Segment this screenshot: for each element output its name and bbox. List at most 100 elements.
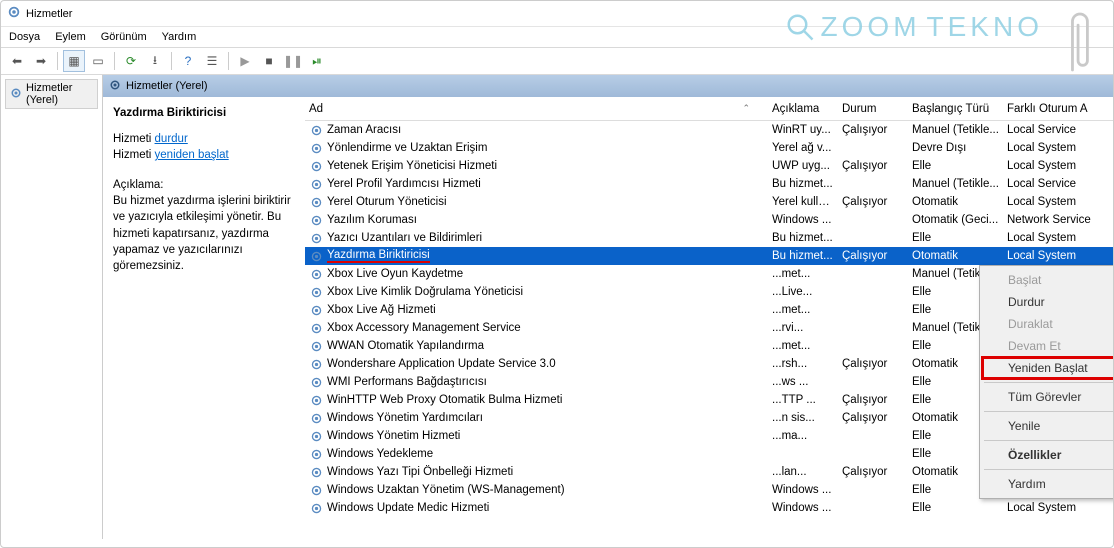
service-desc-cell: ...ws ... <box>768 376 838 388</box>
detail-pane: Yazdırma Biriktiricisi Hizmeti durdur Hi… <box>103 97 305 539</box>
ctx-pause: Duraklat <box>982 313 1113 335</box>
table-row[interactable]: Yazılım Koruması Windows ... Otomatik (Gec… <box>305 211 1113 229</box>
pause-service-button[interactable]: ❚❚ <box>282 50 304 72</box>
service-desc-cell: Windows ... <box>768 502 838 514</box>
service-status-cell: Çalışıyor <box>838 196 908 208</box>
tab-label: Hizmetler (Yerel) <box>126 80 208 92</box>
service-logon-cell: Local System <box>1003 142 1113 154</box>
gear-icon <box>309 357 323 371</box>
service-name-cell: Zaman Aracısı <box>327 124 401 136</box>
export-button[interactable]: ⭳ <box>144 50 166 72</box>
table-row[interactable]: Yazıcı Uzantıları ve Bildirimleri Bu hizm… <box>305 229 1113 247</box>
service-desc-cell: ...met... <box>768 268 838 280</box>
ctx-resume: Devam Et <box>982 335 1113 357</box>
paperclip-icon <box>1065 3 1093 81</box>
service-status-cell: Çalışıyor <box>838 394 908 406</box>
service-status-cell: Çalışıyor <box>838 250 908 262</box>
gear-icon <box>309 447 323 461</box>
service-name-cell: Yönlendirme ve Uzaktan Erişim <box>327 142 487 154</box>
menu-help[interactable]: Yardım <box>162 31 197 43</box>
service-status-cell: Çalışıyor <box>838 412 908 424</box>
service-name-cell: Wondershare Application Update Service 3… <box>327 358 556 370</box>
table-row[interactable]: Yetenek Erişim Yöneticisi HizmetiUWP uyg… <box>305 157 1113 175</box>
tree-root-item[interactable]: Hizmetler (Yerel) <box>5 79 98 109</box>
service-name-cell: Xbox Live Ağ Hizmeti <box>327 304 436 316</box>
ctx-all-tasks[interactable]: Tüm Görevler▸ <box>982 386 1113 408</box>
service-logon-cell: Local System <box>1003 232 1113 244</box>
table-row[interactable]: Yerel Oturum YöneticisiYerel kulla...Çal… <box>305 193 1113 211</box>
help-button[interactable]: ? <box>177 50 199 72</box>
refresh-button[interactable]: ⟳ <box>120 50 142 72</box>
table-row[interactable]: Yerel Profil Yardımcısı Hizmeti Bu hizmet… <box>305 175 1113 193</box>
start-service-button[interactable]: ▶ <box>234 50 256 72</box>
gear-icon <box>309 375 323 389</box>
ctx-stop[interactable]: Durdur <box>982 291 1113 313</box>
menu-action[interactable]: Eylem <box>55 31 86 43</box>
gear-icon <box>309 267 323 281</box>
col-logon[interactable]: Farklı Oturum A <box>1003 103 1113 115</box>
service-name-cell: Windows Yönetim Hizmeti <box>327 430 460 442</box>
gear-icon <box>309 303 323 317</box>
service-name-cell: Yerel Profil Yardımcısı Hizmeti <box>327 178 481 190</box>
service-startup-cell: Otomatik <box>908 250 1003 262</box>
export-list-button[interactable]: ▭ <box>87 50 109 72</box>
back-button[interactable]: ⬅ <box>6 50 28 72</box>
ctx-properties[interactable]: Özellikler <box>982 444 1113 466</box>
restart-service-link[interactable]: yeniden başlat <box>155 149 229 161</box>
table-row[interactable]: Zaman AracısıWinRT uy...ÇalışıyorManuel … <box>305 121 1113 139</box>
service-name-cell: Yazdırma Biriktiricisi <box>327 249 430 263</box>
restart-service-button[interactable]: ⏯ <box>306 50 328 72</box>
service-startup-cell: Otomatik (Geci... <box>908 214 1003 226</box>
table-row[interactable]: Yönlendirme ve Uzaktan Erişim Yerel ağ v.… <box>305 139 1113 157</box>
table-row[interactable]: Windows Update Medic HizmetiWindows ...E… <box>305 499 1113 517</box>
service-name-cell: WMI Performans Bağdaştırıcısı <box>327 376 487 388</box>
selected-service-name: Yazdırma Biriktiricisi <box>113 105 295 121</box>
ctx-restart[interactable]: Yeniden Başlat <box>982 357 1113 379</box>
service-status-cell: Çalışıyor <box>838 358 908 370</box>
tree-pane: Hizmetler (Yerel) <box>1 75 103 539</box>
gear-icon <box>309 501 323 515</box>
service-desc-cell: ...met... <box>768 304 838 316</box>
watermark-logo: ZOOM TEKNO <box>785 11 1043 43</box>
stop-service-button[interactable]: ■ <box>258 50 280 72</box>
window-title: Hizmetler <box>26 8 72 20</box>
service-name-cell: Windows Yönetim Yardımcıları <box>327 412 483 424</box>
service-desc-cell: ...met... <box>768 340 838 352</box>
menu-view[interactable]: Görünüm <box>101 31 147 43</box>
service-name-cell: Yazılım Koruması <box>327 214 417 226</box>
col-status[interactable]: Durum <box>838 103 908 115</box>
table-row[interactable]: Yazdırma BiriktiricisiBu hizmet...Çalışı… <box>305 247 1113 265</box>
service-name-cell: Windows Yedekleme <box>327 448 433 460</box>
service-desc-cell: WinRT uy... <box>768 124 838 136</box>
col-name[interactable]: Ad⌃ <box>305 103 768 115</box>
service-desc-cell: Bu hizmet... <box>768 178 838 190</box>
service-status-cell: Çalışıyor <box>838 466 908 478</box>
gear-icon <box>309 195 323 209</box>
col-startup[interactable]: Başlangıç Türü <box>908 103 1003 115</box>
ctx-help[interactable]: Yardım <box>982 473 1113 495</box>
gear-icon <box>109 79 121 94</box>
col-description[interactable]: Açıklama <box>768 103 838 115</box>
restart-service-line: Hizmeti yeniden başlat <box>113 147 295 163</box>
properties-button[interactable]: ☰ <box>201 50 223 72</box>
service-logon-cell: Local Service <box>1003 178 1113 190</box>
service-desc-cell: ...rvi... <box>768 322 838 334</box>
gear-icon <box>309 213 323 227</box>
menu-file[interactable]: Dosya <box>9 31 40 43</box>
stop-service-line: Hizmeti durdur <box>113 131 295 147</box>
service-desc-cell: Windows ... <box>768 214 838 226</box>
magnifier-icon <box>785 12 815 42</box>
stop-service-link[interactable]: durdur <box>155 133 188 145</box>
service-desc-cell: Yerel ağ v... <box>768 142 838 154</box>
service-startup-cell: Elle <box>908 160 1003 172</box>
service-name-cell: Yazıcı Uzantıları ve Bildirimleri <box>327 232 482 244</box>
service-logon-cell: Local System <box>1003 250 1113 262</box>
gear-icon <box>309 393 323 407</box>
show-hide-tree-button[interactable]: ▦ <box>63 50 85 72</box>
service-name-cell: Xbox Accessory Management Service <box>327 322 521 334</box>
forward-button[interactable]: ➡ <box>30 50 52 72</box>
service-desc-cell: Bu hizmet... <box>768 232 838 244</box>
ctx-refresh[interactable]: Yenile <box>982 415 1113 437</box>
service-startup-cell: Elle <box>908 502 1003 514</box>
services-icon <box>7 5 21 22</box>
